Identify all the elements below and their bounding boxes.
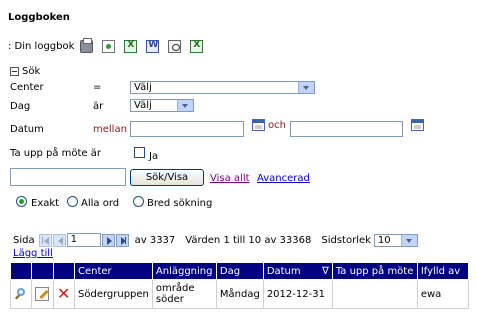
page-size-value: 10 <box>377 234 391 246</box>
page-size-label: Sidstorlek <box>321 234 371 246</box>
col-ta-upp[interactable]: Ta upp på möte <box>331 262 418 280</box>
search-toggle[interactable]: Sök <box>10 66 40 77</box>
mode-broad-label: Bred sökning <box>147 198 213 209</box>
collapse-icon <box>10 67 19 76</box>
sort-desc-icon: ∇ <box>322 265 329 277</box>
col-anlaggning[interactable]: Anläggning <box>151 262 217 280</box>
cell-dag: Måndag <box>215 279 264 309</box>
cell-center: Södergruppen <box>74 279 153 309</box>
action-col-delete <box>53 262 75 280</box>
table-row: ✕ Södergruppen område söder Måndag 2012-… <box>10 279 469 309</box>
show-all-link[interactable]: Visa allt <box>210 173 250 184</box>
edit-cell <box>31 279 54 309</box>
magnifier-icon[interactable] <box>14 287 27 301</box>
date-operator: mellan <box>93 124 127 135</box>
page-title: Loggboken <box>8 12 70 23</box>
cell-ta-upp <box>331 279 418 309</box>
edit-icon[interactable] <box>35 287 49 301</box>
view-cell <box>10 279 32 309</box>
col-datum-label: Datum <box>266 265 301 277</box>
table-header-row: Center Anläggning Dag Datum ∇ Ta upp på … <box>10 262 469 280</box>
excel-export-icon[interactable] <box>190 39 204 53</box>
delete-cell: ✕ <box>53 279 75 309</box>
action-col-view <box>10 262 32 280</box>
first-page-icon[interactable] <box>38 233 52 247</box>
mode-exact-radio[interactable] <box>16 196 27 207</box>
logbook-label: : Din loggbok <box>8 40 75 52</box>
cell-anlaggning: område söder <box>151 279 217 309</box>
calendar-icon[interactable] <box>252 119 265 131</box>
col-dag[interactable]: Dag <box>215 262 264 280</box>
delete-icon[interactable]: ✕ <box>57 284 70 303</box>
print-icon[interactable] <box>80 37 94 53</box>
cell-datum: 2012-12-31 <box>262 279 333 309</box>
search-button[interactable]: Sök/Visa <box>130 169 204 186</box>
mode-all-words-radio[interactable] <box>67 196 78 207</box>
logbook-table: Center Anläggning Dag Datum ∇ Ta upp på … <box>10 262 469 309</box>
center-operator: = <box>93 82 102 93</box>
mode-exact-label: Exakt <box>31 198 60 209</box>
chevron-down-icon <box>177 100 193 111</box>
meeting-checkbox-label: Ja <box>149 151 159 162</box>
page-count: av 3337 <box>134 234 176 246</box>
page-size-select[interactable]: 10 <box>373 233 418 247</box>
document-icon[interactable] <box>102 39 116 53</box>
advanced-link[interactable]: Avancerad <box>257 173 310 184</box>
day-operator: är <box>93 101 104 112</box>
col-center[interactable]: Center <box>74 262 153 280</box>
pager: Sida 1 av 3337 Värden 1 till 10 av 33368… <box>13 233 418 247</box>
last-page-icon[interactable] <box>115 233 129 247</box>
col-datum[interactable]: Datum ∇ <box>262 262 333 280</box>
day-select[interactable]: Välj <box>130 99 194 112</box>
meeting-label: Ta upp på möte är <box>10 148 101 159</box>
meeting-checkbox[interactable] <box>134 147 145 158</box>
page-label: Sida <box>13 234 35 246</box>
day-label: Dag <box>10 101 31 112</box>
center-select-value: Välj <box>134 82 152 93</box>
date-label: Datum <box>10 124 44 135</box>
date-from-input[interactable] <box>130 121 244 137</box>
excel-icon[interactable] <box>124 39 138 53</box>
action-col-edit <box>31 262 54 280</box>
search-input[interactable] <box>10 168 126 186</box>
cell-ifylld-av: ewa <box>416 279 469 309</box>
prev-page-icon[interactable] <box>52 233 66 247</box>
values-range: Värden 1 till 10 av 33368 <box>185 234 312 246</box>
day-select-value: Välj <box>134 100 152 111</box>
page-number-input[interactable]: 1 <box>66 233 101 247</box>
logbook-toolbar: : Din loggbok <box>8 37 212 54</box>
date-to-input[interactable] <box>290 121 403 137</box>
next-page-icon[interactable] <box>101 233 115 247</box>
word-icon[interactable] <box>146 39 160 53</box>
col-ifylld-av[interactable]: Ifylld av <box>416 262 469 280</box>
mode-all-words-label: Alla ord <box>81 198 120 209</box>
chevron-down-icon <box>298 82 314 93</box>
csv-icon[interactable] <box>168 39 182 53</box>
center-label: Center <box>10 82 44 93</box>
add-link[interactable]: Lägg till <box>13 248 53 259</box>
mode-broad-radio[interactable] <box>133 196 144 207</box>
search-toggle-label: Sök <box>22 66 41 77</box>
center-select[interactable]: Välj <box>130 81 315 94</box>
chevron-down-icon <box>400 234 417 246</box>
calendar-icon[interactable] <box>411 119 424 131</box>
date-and-label: och <box>268 120 286 131</box>
